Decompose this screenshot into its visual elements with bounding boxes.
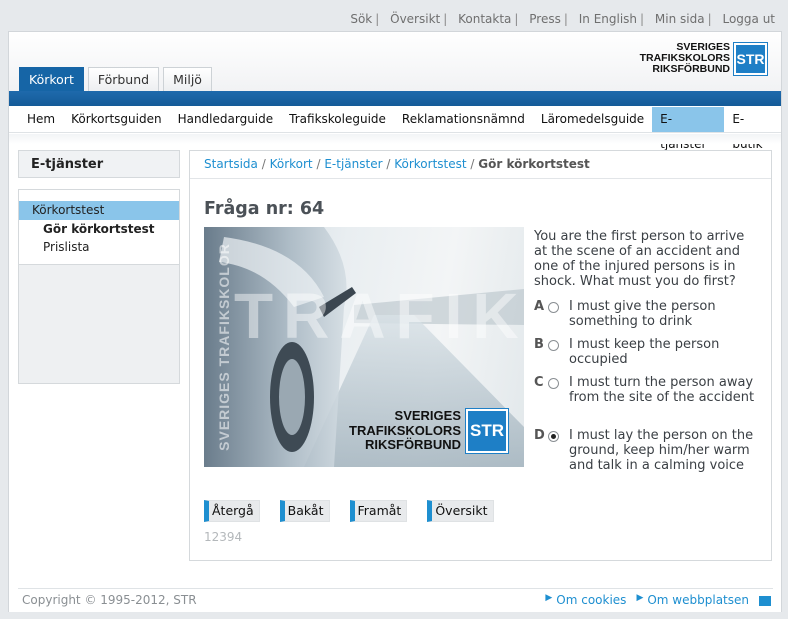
answer-text: I must give the person something to drin… [569,299,716,329]
copyright-text: Copyright © 1995-2012, STR [22,593,197,607]
nav-e-butik[interactable]: E-butik [724,107,781,151]
image-str-logo: SVERIGES TRAFIKSKOLORS RIKSFÖRBUND STR [349,409,508,453]
top-link-oversikt[interactable]: Översikt [390,12,440,26]
breadcrumb-startsida[interactable]: Startsida [204,157,258,171]
breadcrumb: Startsida / Körkort / E-tjänster / Körko… [190,151,771,179]
nav-hem[interactable]: Hem [19,107,63,132]
quiz-buttons: Återgå Bakåt Framåt Översikt [204,500,514,522]
footer-link-cookies[interactable]: Om cookies [556,593,626,607]
nav-laromedelsguide[interactable]: Läromedelsguide [533,107,652,132]
top-link-press[interactable]: Press [529,12,561,26]
image-logo-line-3: RIKSFÖRBUND [364,437,461,453]
image-str-mark: STR [466,409,508,453]
tab-bar-divider [9,91,781,106]
image-watermark: TRAFIK [234,280,524,352]
nav-shadow [9,134,781,144]
str-logo-mark: STR [734,42,767,75]
breadcrumb-separator: / [261,157,266,171]
nav-korkortsguiden[interactable]: Körkortsguiden [63,107,169,132]
breadcrumb-korkort[interactable]: Körkort [270,157,313,171]
question-number-title: Fråga nr: 64 [204,199,325,219]
nav-trafikskoleguide[interactable]: Trafikskoleguide [281,107,394,132]
next-button[interactable]: Framåt [349,500,408,522]
answer-letter: C [534,375,544,390]
main-content: Startsida / Körkort / E-tjänster / Körko… [189,150,772,561]
overview-button[interactable]: Översikt [427,500,494,522]
image-logo-line-2: TRAFIKSKOLORS [349,422,461,438]
nav-e-tjanster[interactable]: E-tjänster [652,107,725,151]
answer-d-radio[interactable] [548,431,559,442]
question-id: 12394 [204,530,243,544]
answer-letter: D [534,428,545,443]
top-link-english[interactable]: In English [579,12,637,26]
breadcrumb-separator: / [386,157,391,171]
footer-link-webbplatsen[interactable]: Om webbplatsen [647,593,749,607]
question-text: You are the first person to arrive at th… [534,229,745,289]
page-container: SVERIGES TRAFIKSKOLORS RIKSFÖRBUND STR K… [8,31,782,612]
arrow-right-icon: ▶ [636,593,644,603]
top-link-min-sida[interactable]: Min sida [655,12,705,26]
breadcrumb-korkortstest[interactable]: Körkortstest [394,157,466,171]
tab-forbund[interactable]: Förbund [87,67,160,92]
breadcrumb-separator: / [470,157,475,171]
top-link-kontakta[interactable]: Kontakta [458,12,511,26]
breadcrumb-current: Gör körkortstest [478,157,590,171]
image-logo-line-1: SVERIGES [394,408,461,424]
answer-letter: B [534,337,544,352]
sidebar-item-prislista[interactable]: Prislista [19,238,179,256]
answer-c[interactable]: C I must turn the person away from the s… [534,375,762,405]
sidebar-item-korkortstest[interactable]: Körkortstest [19,201,179,220]
nav-handledarguide[interactable]: Handledarguide [170,107,282,132]
answer-b-radio[interactable] [548,340,559,351]
sidebar-item-gor-korkortstest[interactable]: Gör körkortstest [19,220,179,238]
main-nav: Hem Körkortsguiden Handledarguide Trafik… [9,106,781,151]
question-image: TRAFIK SVERIGES TRAFIKSKOLOR SVERIGES TR… [204,227,524,467]
str-logo[interactable]: SVERIGES TRAFIKSKOLORS RIKSFÖRBUND STR [640,42,767,75]
breadcrumb-e-tjanster[interactable]: E-tjänster [324,157,382,171]
answer-a-radio[interactable] [548,302,559,313]
logo-line-3: RIKSFÖRBUND [652,63,730,75]
header: SVERIGES TRAFIKSKOLORS RIKSFÖRBUND STR K… [9,32,781,92]
answer-text: I must lay the person on the ground, kee… [569,428,754,473]
tab-miljo[interactable]: Miljö [163,67,212,92]
answer-d[interactable]: D I must lay the person on the ground, k… [534,428,762,473]
top-link-sok[interactable]: Sök [350,12,372,26]
back-to-start-button[interactable]: Återgå [204,500,260,522]
nav-reklamationsnamnd[interactable]: Reklamationsnämnd [394,107,533,132]
answer-a[interactable]: A I must give the person something to dr… [534,299,762,329]
answer-text: I must keep the person occupied [569,337,720,367]
answer-b[interactable]: B I must keep the person occupied [534,337,762,367]
footer: Copyright © 1995-2012, STR ▶ Om cookies … [18,588,773,619]
tab-korkort[interactable]: Körkort [19,67,84,92]
breadcrumb-separator: / [316,157,321,171]
top-link-logga-ut[interactable]: Logga ut [722,12,775,26]
image-vertical-text: SVERIGES TRAFIKSKOLOR [215,243,232,451]
answer-text: I must turn the person away from the sit… [569,375,755,405]
sidebar-menu: Körkortstest Gör körkortstest Prislista [18,189,180,384]
scroll-top-icon[interactable] [759,596,771,606]
main-tabs: Körkort Förbund Miljö [19,67,216,92]
answer-letter: A [534,299,545,314]
top-links: Sök | Översikt | Kontakta | Press | In Engli… [350,12,775,26]
sidebar-title: E-tjänster [18,150,180,178]
answer-c-radio[interactable] [548,378,559,389]
previous-button[interactable]: Bakåt [279,500,330,522]
arrow-right-icon: ▶ [545,593,553,603]
